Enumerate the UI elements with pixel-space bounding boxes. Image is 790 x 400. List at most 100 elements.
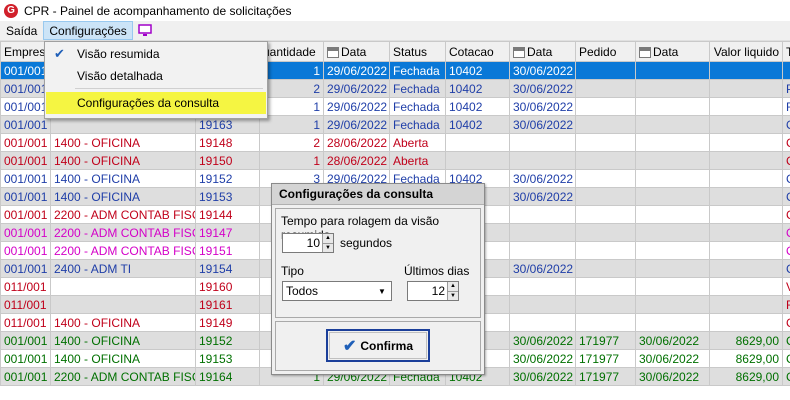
table-cell: 1 (259, 115, 324, 134)
column-header-12[interactable]: T (782, 41, 790, 62)
table-cell (635, 169, 710, 188)
table-cell (575, 61, 636, 80)
table-cell (575, 295, 636, 314)
config-dialog: Configurações da consulta Tempo para rol… (271, 183, 485, 375)
table-cell: 1400 - OFICINA (50, 331, 196, 350)
table-cell: 19164 (195, 367, 260, 386)
table-cell (635, 97, 710, 116)
table-cell: V (782, 277, 790, 296)
table-cell (509, 205, 576, 224)
table-cell (509, 151, 576, 170)
table-cell (709, 277, 783, 296)
column-header-11[interactable]: Valor liquido (709, 41, 783, 62)
table-cell: 8629,00 (709, 367, 783, 386)
table-cell: 19148 (195, 133, 260, 152)
table-cell (635, 313, 710, 332)
stepper-arrows-icon[interactable]: ▲ ▼ (322, 234, 333, 252)
table-cell: R (782, 97, 790, 116)
column-header-4[interactable]: uantidade (259, 41, 324, 62)
table-cell: Ó (782, 223, 790, 242)
table-cell (575, 151, 636, 170)
confirma-button[interactable]: ✔ Confirma (326, 329, 430, 362)
monitor-icon[interactable] (135, 21, 155, 40)
table-cell: 30/06/2022 (509, 349, 576, 368)
table-cell: 171977 (575, 331, 636, 350)
table-cell (509, 313, 576, 332)
menu-item-visao-detalhada[interactable]: Visão detalhada (46, 65, 266, 87)
table-cell (575, 115, 636, 134)
table-cell: 19151 (195, 241, 260, 260)
table-cell: C (782, 367, 790, 386)
column-header-7[interactable]: Cotacao (445, 41, 510, 62)
rolagem-stepper[interactable]: 10 ▲ ▼ (282, 233, 334, 253)
table-cell (509, 241, 576, 260)
table-cell: 19152 (195, 331, 260, 350)
table-cell: C (782, 133, 790, 152)
table-cell: 19160 (195, 277, 260, 296)
table-cell: C (782, 331, 790, 350)
column-header-8[interactable]: Data (509, 41, 576, 62)
table-cell: 2200 - ADM CONTAB FISCAL (50, 205, 196, 224)
table-cell: 30/06/2022 (509, 115, 576, 134)
table-cell: 10402 (445, 97, 510, 116)
ultimos-dias-stepper[interactable]: 12 ▲ ▼ (407, 281, 459, 301)
table-cell: 001/001 (0, 331, 51, 350)
table-cell: 19153 (195, 187, 260, 206)
table-cell (575, 133, 636, 152)
menu-item-visao-resumida[interactable]: ✔ Visão resumida (46, 43, 266, 65)
table-cell: C (782, 349, 790, 368)
table-cell: C (782, 187, 790, 206)
check-icon: ✔ (342, 337, 357, 355)
table-cell (445, 133, 510, 152)
table-cell: 1400 - OFICINA (50, 349, 196, 368)
table-cell (709, 169, 783, 188)
column-header-9[interactable]: Pedido (575, 41, 636, 62)
table-cell (509, 223, 576, 242)
table-cell: 30/06/2022 (509, 61, 576, 80)
table-cell: 2 (259, 79, 324, 98)
table-cell (782, 61, 790, 80)
table-cell: 19161 (195, 295, 260, 314)
table-row[interactable]: 001/001 1400 - OFICINA 19150 1 28/06/2022 Abe… (0, 151, 790, 170)
menu-saida[interactable]: Saída (0, 21, 43, 40)
chevron-down-icon[interactable]: ▼ (373, 282, 391, 300)
table-cell: 29/06/2022 (323, 79, 390, 98)
column-header-5[interactable]: Data (323, 41, 390, 62)
settings-group: Tempo para rolagem da visão resumida 10 … (275, 208, 481, 318)
table-cell: 001/001 (0, 349, 51, 368)
table-cell: C (782, 259, 790, 278)
table-cell (635, 205, 710, 224)
column-header-1[interactable]: Empresa (0, 41, 51, 62)
table-row[interactable]: 001/001 1400 - OFICINA 19148 2 28/06/2022 Abe… (0, 133, 790, 152)
table-cell: 19144 (195, 205, 260, 224)
table-cell: 10402 (445, 61, 510, 80)
table-cell: 171977 (575, 349, 636, 368)
table-cell (575, 79, 636, 98)
tipo-select[interactable]: Todos ▼ (282, 281, 392, 301)
table-cell (575, 241, 636, 260)
column-header-10[interactable]: Data (635, 41, 710, 62)
table-cell: 30/06/2022 (509, 331, 576, 350)
table-cell (575, 313, 636, 332)
table-cell (635, 187, 710, 206)
table-cell: 1400 - OFICINA (50, 187, 196, 206)
table-cell (709, 97, 783, 116)
table-cell (50, 295, 196, 314)
table-cell: 2200 - ADM CONTAB FISCAL (50, 223, 196, 242)
table-cell (709, 223, 783, 242)
column-header-6[interactable]: Status (389, 41, 446, 62)
table-cell: Ó (782, 241, 790, 260)
table-cell: 28/06/2022 (323, 151, 390, 170)
table-cell (575, 223, 636, 242)
stepper-arrows-icon[interactable]: ▲ ▼ (447, 282, 458, 300)
ultimos-dias-label: Últimos dias (404, 264, 470, 278)
menu-configuracoes[interactable]: Configurações (43, 21, 133, 40)
table-cell: 30/06/2022 (635, 349, 710, 368)
table-cell: C (782, 205, 790, 224)
table-cell (709, 295, 783, 314)
table-cell: 28/06/2022 (323, 133, 390, 152)
menu-item-configuracoes-consulta[interactable]: Configurações da consulta (46, 92, 266, 114)
table-cell (635, 241, 710, 260)
table-cell: 001/001 (0, 187, 51, 206)
table-cell: 30/06/2022 (509, 97, 576, 116)
